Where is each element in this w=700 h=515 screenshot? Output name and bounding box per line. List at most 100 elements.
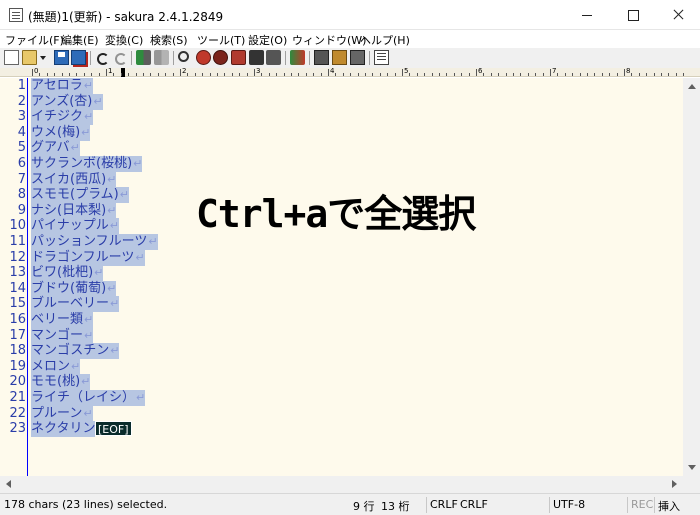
scroll-up-icon[interactable] [683, 78, 700, 95]
line-text: ウメ(梅) [31, 125, 81, 140]
editor-line[interactable]: パッションフルーツ↵ [31, 234, 158, 250]
status-encoding[interactable]: UTF-8 [553, 498, 585, 511]
compare-icon[interactable] [290, 50, 305, 65]
status-rec: REC [631, 498, 654, 511]
menu-edit[interactable]: 編集(E) [61, 32, 99, 48]
ruler-tick [47, 73, 48, 76]
scroll-down-icon[interactable] [683, 459, 700, 476]
editor-line[interactable]: グアバ↵ [31, 140, 80, 156]
output-icon[interactable] [332, 50, 347, 65]
ruler-tick [506, 73, 507, 76]
editor-line[interactable]: ウメ(梅)↵ [31, 125, 91, 141]
editor-area[interactable]: Ctrl+aで全選択 1 アセロラ↵ 2 アンズ(杏)↵ 3 イチジク↵ 4 ウメ(梅)↵ 5 グ… [0, 78, 683, 476]
editor-line[interactable]: プルーン↵ [31, 406, 93, 422]
editor-line[interactable]: スモモ(プラム)↵ [31, 187, 129, 203]
editor-line[interactable]: ビワ(枇杷)↵ [31, 265, 104, 281]
settings-icon[interactable] [374, 50, 389, 65]
find-next-icon[interactable] [213, 50, 228, 65]
scroll-left-icon[interactable] [0, 476, 17, 493]
menu-window[interactable]: ウィンドウ(W) [292, 32, 366, 48]
maximize-button[interactable] [610, 0, 656, 30]
editor-line[interactable]: マンゴー↵ [31, 328, 94, 344]
line-text: ブルーベリー [31, 296, 110, 311]
editor-line[interactable]: イチジク↵ [31, 109, 94, 125]
ruler-tick [128, 73, 129, 76]
menu-tools[interactable]: ツール(T) [197, 32, 245, 48]
jump-forward-icon[interactable] [154, 50, 169, 65]
ruler-tick [676, 73, 677, 76]
scrollbar-corner [683, 476, 700, 493]
editor-line[interactable]: ナシ(日本梨)↵ [31, 203, 117, 219]
line-text: メロン [31, 359, 71, 374]
ruler-tick [91, 73, 92, 76]
vertical-scrollbar[interactable] [683, 78, 700, 476]
ruler-tick [476, 69, 477, 76]
line-number: 12 [9, 250, 26, 265]
menu-convert[interactable]: 変換(C) [105, 32, 143, 48]
editor-line[interactable]: ネクタリン [31, 421, 96, 437]
minimize-button[interactable] [564, 0, 610, 30]
eol-mark-icon: ↵ [109, 219, 119, 232]
editor-line[interactable]: メロン↵ [31, 359, 81, 375]
ruler-tick [350, 73, 351, 76]
eol-mark-icon: ↵ [71, 360, 81, 373]
status-insert-mode[interactable]: 挿入 [658, 498, 680, 514]
editor-line[interactable]: ドラゴンフルーツ↵ [31, 250, 145, 266]
horizontal-scrollbar[interactable] [0, 476, 683, 493]
editor-line[interactable]: モモ(桃)↵ [31, 374, 91, 390]
redo-icon[interactable] [112, 50, 127, 65]
scroll-right-icon[interactable] [666, 476, 683, 493]
ruler-tick [328, 69, 329, 76]
app-icon[interactable] [9, 8, 23, 22]
menu-search[interactable]: 検索(S) [150, 32, 188, 48]
editor-line[interactable]: ブルーベリー↵ [31, 296, 120, 312]
editor-line[interactable]: マンゴスチン↵ [31, 343, 120, 359]
ruler-tick [639, 73, 640, 76]
editor-line[interactable]: スイカ(西瓜)↵ [31, 172, 117, 188]
editor-line[interactable]: サクランボ(桜桃)↵ [31, 156, 143, 172]
status-column: 13 桁 [381, 500, 410, 513]
editor-line[interactable]: ライチ（レイシ）↵ [31, 390, 146, 406]
jump-back-icon[interactable] [136, 50, 151, 65]
toolbar-separator [309, 51, 310, 65]
line-text: アンズ(杏) [31, 94, 93, 109]
open-file-icon[interactable] [22, 50, 37, 65]
status-eol-type[interactable]: CRLF [460, 498, 488, 511]
undo-icon[interactable] [94, 50, 109, 65]
grep-replace-icon[interactable] [266, 50, 281, 65]
save-all-icon[interactable] [71, 50, 86, 65]
save-icon[interactable] [54, 50, 69, 65]
line-text: ブドウ(葡萄) [31, 281, 107, 296]
line-number: 13 [9, 265, 26, 280]
editor-line[interactable]: ベリー類↵ [31, 312, 94, 328]
editor-line[interactable]: パイナップル↵ [31, 218, 119, 234]
outline-icon[interactable] [314, 50, 329, 65]
grep-icon[interactable] [249, 50, 264, 65]
ruler-tick [432, 73, 433, 76]
menu-file[interactable]: ファイル(F) [5, 32, 64, 48]
ruler-tick [543, 73, 544, 76]
ruler-label: 0 [34, 67, 39, 75]
ruler-tick [535, 73, 536, 76]
line-number: 16 [9, 312, 26, 327]
status-bar: 178 chars (23 lines) selected. 9 行 13 桁 … [0, 493, 700, 515]
status-eol-input[interactable]: CRLF [430, 498, 458, 511]
replace-icon[interactable] [231, 50, 246, 65]
menu-settings[interactable]: 設定(O) [248, 32, 287, 48]
dropdown-icon[interactable] [40, 50, 47, 65]
eol-mark-icon: ↵ [148, 235, 158, 248]
editor-line[interactable]: アンズ(杏)↵ [31, 94, 103, 110]
ruler-tick [84, 73, 85, 76]
editor-line[interactable]: アセロラ↵ [31, 78, 93, 94]
menu-help[interactable]: ヘルプ(H) [360, 32, 410, 48]
close-button[interactable] [656, 0, 700, 30]
find-prev-icon[interactable] [196, 50, 211, 65]
editor-line[interactable]: ブドウ(葡萄)↵ [31, 281, 117, 297]
ruler-tick [491, 73, 492, 76]
ruler-label: 8 [626, 67, 631, 75]
new-file-icon[interactable] [4, 50, 19, 65]
column-icon[interactable] [350, 50, 365, 65]
find-icon[interactable] [178, 51, 189, 62]
line-number: 8 [17, 187, 26, 202]
eol-mark-icon: ↵ [110, 344, 120, 357]
